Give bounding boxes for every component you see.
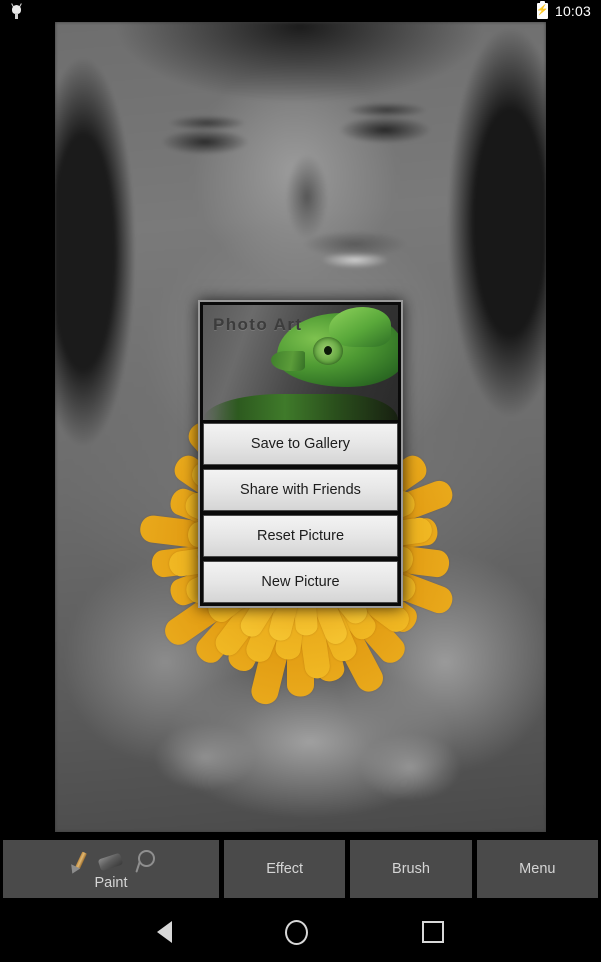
home-icon[interactable]	[285, 919, 309, 945]
branch-decoration	[203, 394, 398, 420]
dialog-header: Photo Art	[203, 305, 398, 420]
dialog-title: Photo Art	[213, 315, 303, 334]
pencil-icon	[67, 850, 89, 876]
magnifier-icon	[133, 849, 155, 874]
android-bug-icon	[10, 2, 23, 19]
status-bar-left	[10, 2, 23, 19]
save-to-gallery-button[interactable]: Save to Gallery	[203, 423, 398, 465]
effect-button[interactable]: Effect	[224, 840, 346, 898]
recents-icon[interactable]	[422, 921, 445, 943]
status-bar-clock: 10:03	[554, 3, 591, 19]
dialog-button-list: Save to Gallery Share with Friends Reset…	[203, 423, 398, 603]
menu-button[interactable]: Menu	[476, 840, 598, 898]
status-bar-right: ⚡ 10:03	[536, 1, 591, 19]
share-with-friends-button[interactable]: Share with Friends	[203, 469, 398, 511]
back-icon[interactable]	[156, 921, 172, 943]
bottom-toolbar: Paint Effect Brush Menu	[0, 838, 601, 900]
battery-bolt-glyph: ⚡	[536, 5, 549, 16]
android-navigation-bar	[0, 902, 601, 962]
paint-icon-group	[67, 848, 155, 876]
paint-button[interactable]: Paint	[3, 840, 219, 898]
paint-button-label: Paint	[94, 874, 128, 891]
brush-button[interactable]: Brush	[350, 840, 472, 898]
photo-art-dialog: Photo Art Save to Gallery Share with Fri…	[198, 300, 403, 608]
battery-charging-icon: ⚡	[536, 1, 549, 19]
new-picture-button[interactable]: New Picture	[203, 561, 398, 603]
eraser-icon	[97, 852, 124, 874]
reset-picture-button[interactable]: Reset Picture	[203, 515, 398, 557]
status-bar: ⚡ 10:03	[0, 0, 601, 22]
